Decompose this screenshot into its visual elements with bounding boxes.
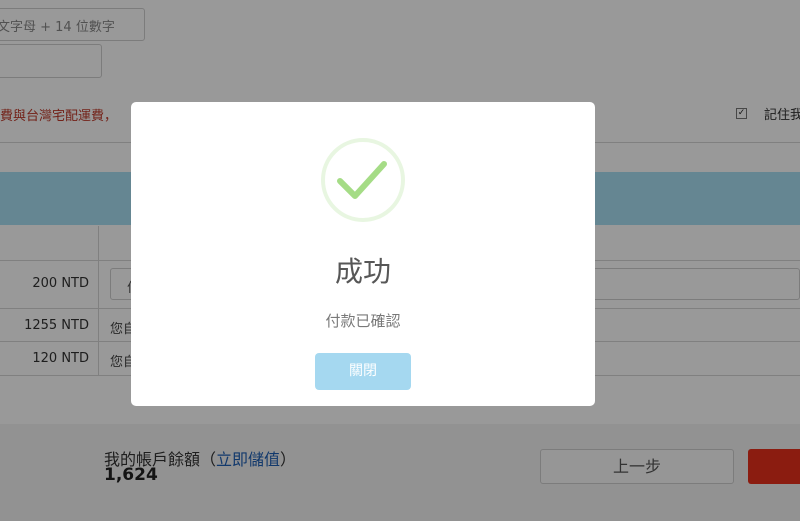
dialog-message: 付款已確認: [325, 312, 401, 330]
checkmark-icon: [321, 138, 405, 222]
close-button[interactable]: 關閉: [315, 353, 411, 390]
dialog-title: 成功: [334, 255, 391, 288]
success-dialog: 成功 付款已確認 關閉: [131, 102, 595, 406]
